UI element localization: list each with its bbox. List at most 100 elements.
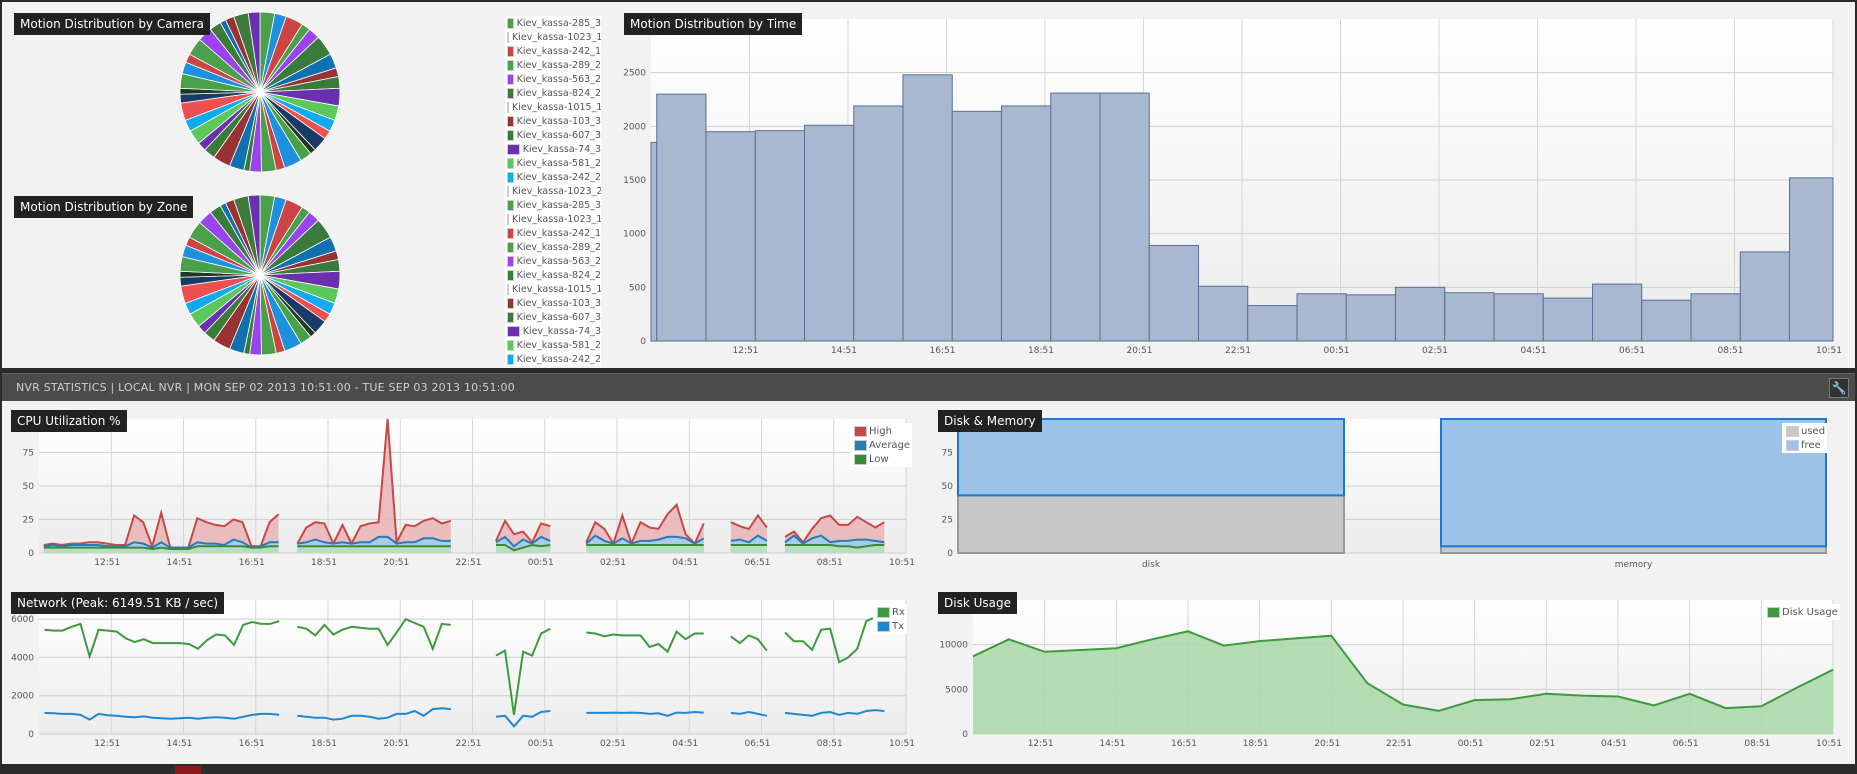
legend-item[interactable]: Disk Usage (1765, 605, 1838, 619)
network-chart-title: Network (Peak: 6149.51 KB / sec) (11, 592, 225, 614)
x-tick-label: 12:51 (94, 739, 120, 749)
x-tick-label: 00:51 (1458, 739, 1484, 749)
category-label: disk (1142, 560, 1161, 570)
legend-label: Average (869, 439, 911, 451)
y-tick-label: 10000 (939, 641, 968, 651)
legend-label: High (869, 425, 892, 437)
time-bar (1690, 293, 1741, 342)
time-bar (1788, 177, 1834, 342)
legend-item[interactable]: Average (852, 438, 910, 452)
x-tick-label: 04:51 (1521, 346, 1547, 356)
legend-item[interactable]: High (852, 424, 910, 438)
legend-swatch (854, 425, 867, 437)
y-tick-label: 2500 (623, 69, 646, 79)
x-tick-label: 14:51 (167, 558, 193, 568)
x-tick-label: 08:51 (1744, 739, 1770, 749)
time-bar (1394, 286, 1446, 342)
time-bar (650, 141, 658, 342)
time-bar (1591, 283, 1643, 342)
y-tick-label: 75 (23, 449, 34, 459)
y-tick-label: 50 (942, 482, 954, 492)
zone-pie-title: Motion Distribution by Zone (14, 196, 194, 218)
charts-canvas: 0500100015002000250012:51 14:51 16:51 18:51… (11, 11, 1842, 749)
x-tick-label: 06:51 (745, 558, 771, 568)
legend-label: free (1801, 439, 1821, 451)
x-tick-label: 12:51 (1028, 739, 1054, 749)
time-bar (754, 130, 805, 342)
series-area-low (730, 545, 767, 553)
x-tick-label: 16:51 (239, 739, 265, 749)
y-tick-label: 500 (629, 283, 646, 293)
x-tick-label: 14:51 (167, 739, 193, 749)
series-area-low (297, 546, 451, 553)
legend-item[interactable]: used (1784, 424, 1825, 438)
y-tick-label: 6000 (11, 615, 34, 625)
time-bar (1542, 297, 1593, 342)
time-bar (902, 74, 953, 342)
legend-swatch (1786, 425, 1799, 437)
x-tick-label: 10:51 (1816, 739, 1842, 749)
time-bar (1641, 299, 1692, 342)
x-tick-label: 12:51 (733, 346, 759, 356)
x-tick-label: 08:51 (817, 739, 843, 749)
x-tick-label: 16:51 (239, 558, 265, 568)
time-bar (853, 105, 904, 342)
x-tick-label: 06:51 (1619, 346, 1645, 356)
legend-swatch (1786, 439, 1799, 451)
y-tick-label: 25 (23, 516, 34, 526)
series-area-low (586, 545, 704, 553)
bar-memory-used (1440, 545, 1827, 554)
disk-usage-chart-title: Disk Usage (938, 592, 1017, 614)
x-tick-label: 16:51 (1171, 739, 1197, 749)
x-tick-label: 02:51 (600, 739, 626, 749)
y-tick-label: 5000 (945, 685, 968, 695)
legend-swatch (1767, 606, 1780, 618)
time-bar (1050, 92, 1101, 342)
legend-item[interactable]: Tx (875, 619, 905, 633)
x-tick-label: 20:51 (383, 739, 409, 749)
x-tick-label: 04:51 (672, 558, 698, 568)
y-tick-label: 0 (28, 730, 34, 740)
x-tick-label: 08:51 (1718, 346, 1744, 356)
time-bar (1197, 285, 1249, 342)
y-tick-label: 50 (23, 482, 35, 492)
x-tick-label: 02:51 (1422, 346, 1448, 356)
time-bar (1444, 292, 1495, 342)
time-bar (705, 131, 756, 342)
x-tick-label: 06:51 (1673, 739, 1699, 749)
y-tick-label: 0 (947, 549, 953, 559)
y-tick-label: 0 (28, 549, 34, 559)
y-tick-label: 75 (942, 449, 953, 459)
legend-label: Rx (892, 606, 905, 618)
network-legend: Rx Tx (873, 604, 907, 634)
time-bar (1247, 305, 1298, 342)
x-tick-label: 00:51 (528, 558, 554, 568)
y-tick-label: 0 (962, 730, 968, 740)
x-tick-label: 12:51 (94, 558, 120, 568)
cpu-chart-title: CPU Utilization % (11, 410, 127, 432)
y-tick-label: 25 (942, 516, 953, 526)
x-tick-label: 06:51 (745, 739, 771, 749)
x-tick-label: 04:51 (672, 739, 698, 749)
legend-swatch (854, 439, 867, 451)
legend-item[interactable]: Rx (875, 605, 905, 619)
x-tick-label: 18:51 (311, 558, 337, 568)
x-tick-label: 18:51 (1243, 739, 1269, 749)
time-bar (1345, 294, 1396, 342)
legend-label: Tx (892, 620, 905, 632)
legend-item[interactable]: free (1784, 438, 1825, 452)
legend-label: used (1801, 425, 1826, 437)
y-tick-label: 4000 (11, 653, 34, 663)
x-tick-label: 02:51 (1529, 739, 1555, 749)
y-tick-label: 1500 (623, 176, 646, 186)
y-tick-label: 0 (640, 337, 646, 347)
time-bar (1148, 244, 1199, 342)
time-bar (803, 124, 855, 342)
x-tick-label: 00:51 (1324, 346, 1350, 356)
legend-label: Low (869, 453, 889, 465)
bar-disk-used (957, 494, 1345, 555)
x-tick-label: 02:51 (600, 558, 626, 568)
legend-item[interactable]: Low (852, 452, 910, 466)
time-bar (1296, 293, 1347, 342)
x-tick-label: 18:51 (1028, 346, 1054, 356)
